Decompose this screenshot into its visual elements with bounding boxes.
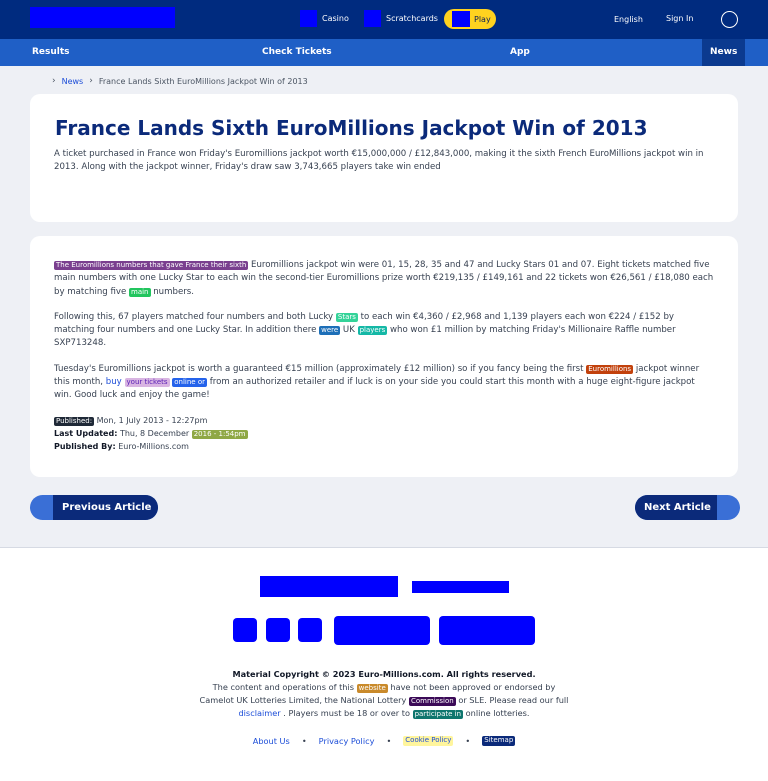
published-by: Euro-Millions.com xyxy=(118,442,189,451)
nav-scratchcards[interactable]: Scratchcards xyxy=(364,10,438,27)
casino-icon xyxy=(300,10,317,27)
footer-text: . Players must be 18 or over to xyxy=(283,708,410,718)
footer-links: About Us • Privacy Policy • Cookie Polic… xyxy=(0,736,768,746)
paragraph-3: Tuesday's Euromillions jackpot is worth … xyxy=(54,363,714,403)
nav-results[interactable]: Results xyxy=(32,39,70,66)
nav-casino[interactable]: Casino xyxy=(300,10,349,27)
site-logo[interactable] xyxy=(30,7,175,28)
footer-chip: participate in xyxy=(412,710,464,719)
sitemap-link[interactable]: Sitemap xyxy=(482,736,516,746)
footer-badge xyxy=(412,581,509,593)
privacy-policy-link[interactable]: Privacy Policy xyxy=(319,736,375,746)
paragraph-1: The Euromillions numbers that gave Franc… xyxy=(54,259,714,299)
footer-text: or SLE. Please read our full xyxy=(458,695,569,705)
footer-text: The content and operations of this xyxy=(212,682,355,692)
highlight-chip: main xyxy=(129,287,151,297)
updated-date: Thu, 8 December xyxy=(119,429,190,438)
copyright: Material Copyright © 2023 Euro-Millions.… xyxy=(232,669,536,679)
previous-article-button[interactable]: Previous Article xyxy=(30,495,158,520)
article-body: The Euromillions numbers that gave Franc… xyxy=(54,259,714,415)
chevron-right-icon: › xyxy=(52,76,56,86)
main-nav: Results Check Tickets App News xyxy=(0,39,768,66)
page-title: France Lands Sixth EuroMillions Jackpot … xyxy=(55,116,648,140)
article-meta: Published: Mon, 1 July 2013 - 12:27pm La… xyxy=(54,414,248,453)
play-icon xyxy=(452,11,470,27)
highlight-chip: players xyxy=(357,326,388,336)
scratchcards-icon xyxy=(364,10,381,27)
top-bar: Casino Scratchcards Play English Sign In xyxy=(0,0,768,39)
disclaimer-link[interactable]: disclaimer xyxy=(238,708,280,718)
nav-news[interactable]: News xyxy=(702,39,746,66)
app-store-badge[interactable] xyxy=(334,616,430,645)
footer-line-2: The content and operations of this websi… xyxy=(0,681,768,694)
footer-chip: Commission xyxy=(409,697,456,706)
separator: • xyxy=(301,736,307,746)
paragraph-text: Following this, 67 players matched four … xyxy=(54,311,334,322)
highlight-chip: The Euromillions numbers that gave Franc… xyxy=(54,261,249,270)
updated-label: Last Updated: xyxy=(54,429,118,438)
published-by-label: Published By: xyxy=(54,442,116,451)
published-date: Mon, 1 July 2013 - 12:27pm xyxy=(96,416,208,425)
paragraph-text: numbers. xyxy=(153,286,194,297)
breadcrumb-current: France Lands Sixth EuroMillions Jackpot … xyxy=(98,76,308,86)
breadcrumb: › News › France Lands Sixth EuroMillions… xyxy=(52,76,308,86)
sign-in-link[interactable]: Sign In xyxy=(666,14,693,23)
facebook-icon[interactable] xyxy=(233,618,257,642)
article-lead: A ticket purchased in France won Friday'… xyxy=(54,149,704,172)
footer-line-4: disclaimer . Players must be 18 or over … xyxy=(0,707,768,720)
instagram-icon[interactable] xyxy=(298,618,322,642)
next-article-button[interactable]: Next Article xyxy=(635,495,740,520)
twitter-icon[interactable] xyxy=(266,618,290,642)
paragraph-text: UK xyxy=(342,325,355,336)
paragraph-text: Tuesday's Euromillions jackpot is worth … xyxy=(54,363,584,374)
online-link[interactable]: online or xyxy=(172,378,208,388)
footer-chip: website xyxy=(356,684,388,693)
updated-time: 2016 - 1:54pm xyxy=(191,430,248,439)
highlight-chip: Stars xyxy=(335,312,358,322)
nav-check-tickets[interactable]: Check Tickets xyxy=(262,39,332,66)
nav-scratchcards-label: Scratchcards xyxy=(386,14,438,23)
language-selector[interactable]: English xyxy=(614,15,643,24)
separator: • xyxy=(465,736,471,746)
footer-text: online lotteries. xyxy=(465,708,530,718)
footer-line-3: Camelot UK Lotteries Limited, the Nation… xyxy=(0,694,768,707)
your-tickets-link[interactable]: your tickets xyxy=(124,378,170,388)
highlight-chip: were xyxy=(319,326,341,336)
next-article-label: Next Article xyxy=(635,495,717,520)
google-play-badge[interactable] xyxy=(439,616,535,645)
about-us-link[interactable]: About Us xyxy=(253,736,290,746)
footer-text: have not been approved or endorsed by xyxy=(390,682,556,692)
play-label: Play xyxy=(474,14,491,24)
cookie-policy-link[interactable]: Cookie Policy xyxy=(403,736,454,746)
highlight-chip: Euromillions xyxy=(586,364,634,374)
buy-link[interactable]: buy xyxy=(106,377,122,387)
breadcrumb-news[interactable]: News xyxy=(62,77,84,86)
footer-logo[interactable] xyxy=(260,576,398,597)
chevron-right-icon: › xyxy=(89,76,93,86)
footer-text: Camelot UK Lotteries Limited, the Nation… xyxy=(199,695,407,705)
separator: • xyxy=(386,736,392,746)
nav-app[interactable]: App xyxy=(510,39,530,66)
previous-article-label: Previous Article xyxy=(53,495,158,520)
paragraph-2: Following this, 67 players matched four … xyxy=(54,311,714,351)
nav-casino-label: Casino xyxy=(322,14,349,23)
menu-icon[interactable] xyxy=(721,11,738,28)
published-label: Published: xyxy=(54,417,95,426)
play-button[interactable]: Play xyxy=(444,9,496,29)
